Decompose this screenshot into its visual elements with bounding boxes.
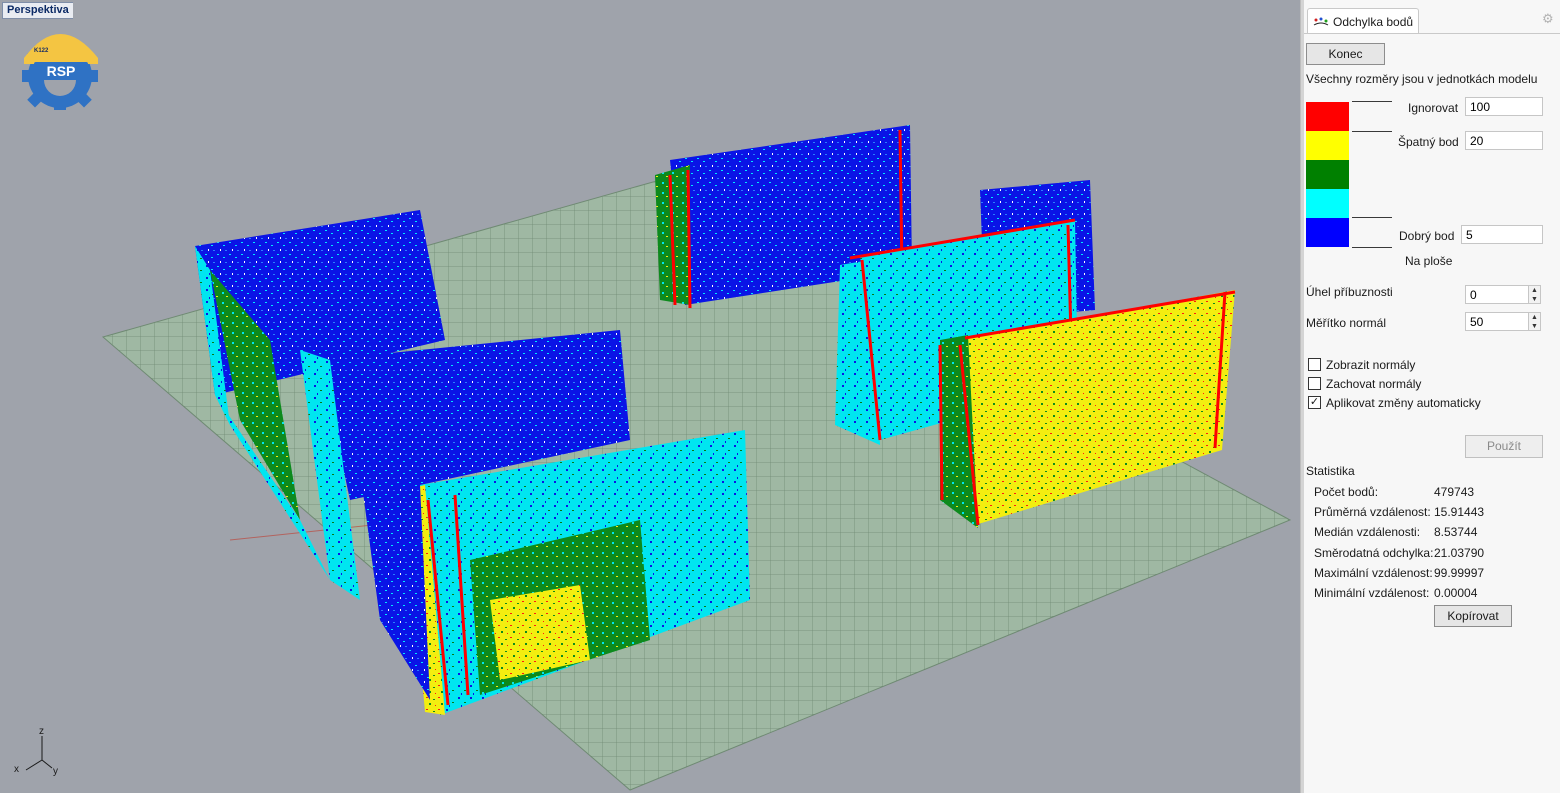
rsp-logo: RSP K122 bbox=[22, 34, 98, 110]
logo-badge: K122 bbox=[34, 48, 49, 54]
stat-value: 15.91443 bbox=[1434, 505, 1485, 519]
bad-point-label: Špatný bod bbox=[1398, 135, 1459, 149]
legend-tick bbox=[1352, 131, 1392, 132]
on-surface-label: Na ploše bbox=[1405, 254, 1453, 268]
good-point-label: Dobrý bod bbox=[1399, 229, 1455, 243]
show-normals-checkbox[interactable] bbox=[1308, 358, 1321, 371]
legend-swatch-yellow bbox=[1306, 131, 1349, 160]
legend-tick bbox=[1352, 217, 1392, 218]
bad-point-input[interactable] bbox=[1465, 131, 1543, 150]
axis-x-label: x bbox=[14, 764, 19, 775]
stat-value: 479743 bbox=[1434, 485, 1475, 499]
panel-title: Odchylka bodů bbox=[1333, 14, 1414, 29]
stat-value: 99.99997 bbox=[1434, 566, 1485, 580]
ignore-label: Ignorovat bbox=[1408, 101, 1459, 115]
viewport-tab[interactable]: Perspektiva ▼ bbox=[2, 2, 73, 19]
angle-stepper[interactable]: ▲ ▼ bbox=[1529, 285, 1541, 304]
auto-apply-label: Aplikovat změny automaticky bbox=[1326, 396, 1481, 410]
stat-label: Směrodatná odchylka: bbox=[1314, 546, 1434, 560]
good-point-input[interactable] bbox=[1461, 225, 1543, 244]
legend-swatch-green bbox=[1306, 160, 1349, 189]
stat-label: Minimální vzdálenost: bbox=[1314, 586, 1430, 600]
stat-label: Počet bodů: bbox=[1314, 485, 1379, 499]
show-normals-label: Zobrazit normály bbox=[1326, 358, 1416, 372]
angle-input[interactable] bbox=[1465, 285, 1529, 304]
axis-y-label: y bbox=[53, 766, 58, 777]
keep-normals-label: Zachovat normály bbox=[1326, 377, 1422, 391]
legend-swatch-blue bbox=[1306, 218, 1349, 247]
point-deviation-panel: Odchylka bodů ⚙ Konec Všechny rozměry js… bbox=[1304, 0, 1560, 793]
apply-button[interactable]: Použít bbox=[1465, 435, 1543, 458]
gear-icon[interactable]: ⚙ bbox=[1542, 12, 1556, 26]
panel-tab[interactable]: Odchylka bodů bbox=[1307, 8, 1419, 34]
legend-swatch-red bbox=[1306, 102, 1349, 131]
stat-label: Maximální vzdálenost: bbox=[1314, 566, 1433, 580]
normal-scale-input[interactable] bbox=[1465, 312, 1529, 331]
end-button[interactable]: Konec bbox=[1306, 43, 1385, 65]
logo-text: RSP bbox=[47, 63, 76, 79]
tab-divider bbox=[1304, 33, 1560, 34]
stat-label: Průměrná vzdálenost: bbox=[1314, 505, 1431, 519]
point-cloud-scene bbox=[101, 125, 1292, 791]
point-deviation-icon bbox=[1313, 17, 1329, 25]
stat-value: 0.00004 bbox=[1434, 586, 1478, 600]
axis-indicator: z x y bbox=[14, 726, 58, 777]
ignore-input[interactable] bbox=[1465, 97, 1543, 116]
stat-value: 8.53744 bbox=[1434, 525, 1478, 539]
units-note: Všechny rozměry jsou v jednotkách modelu bbox=[1306, 72, 1538, 86]
statistics-title: Statistika bbox=[1306, 464, 1355, 478]
copy-button[interactable]: Kopírovat bbox=[1434, 605, 1512, 627]
normal-scale-stepper[interactable]: ▲ ▼ bbox=[1529, 312, 1541, 331]
stat-value: 21.03790 bbox=[1434, 546, 1485, 560]
angle-label: Úhel příbuznosti bbox=[1306, 285, 1393, 299]
normal-scale-label: Měřítko normál bbox=[1306, 316, 1387, 330]
legend-tick bbox=[1352, 101, 1392, 102]
auto-apply-checkbox[interactable]: ✓ bbox=[1308, 396, 1321, 409]
axis-z-label: z bbox=[39, 726, 44, 737]
stat-label: Medián vzdálenosti: bbox=[1314, 525, 1421, 539]
keep-normals-checkbox[interactable] bbox=[1308, 377, 1321, 390]
viewport-label[interactable]: Perspektiva bbox=[2, 2, 73, 19]
legend-swatch-cyan bbox=[1306, 189, 1349, 218]
legend-tick bbox=[1352, 247, 1392, 248]
viewport-perspective[interactable]: Perspektiva ▼ RSP K122 z x y bbox=[0, 0, 1300, 793]
